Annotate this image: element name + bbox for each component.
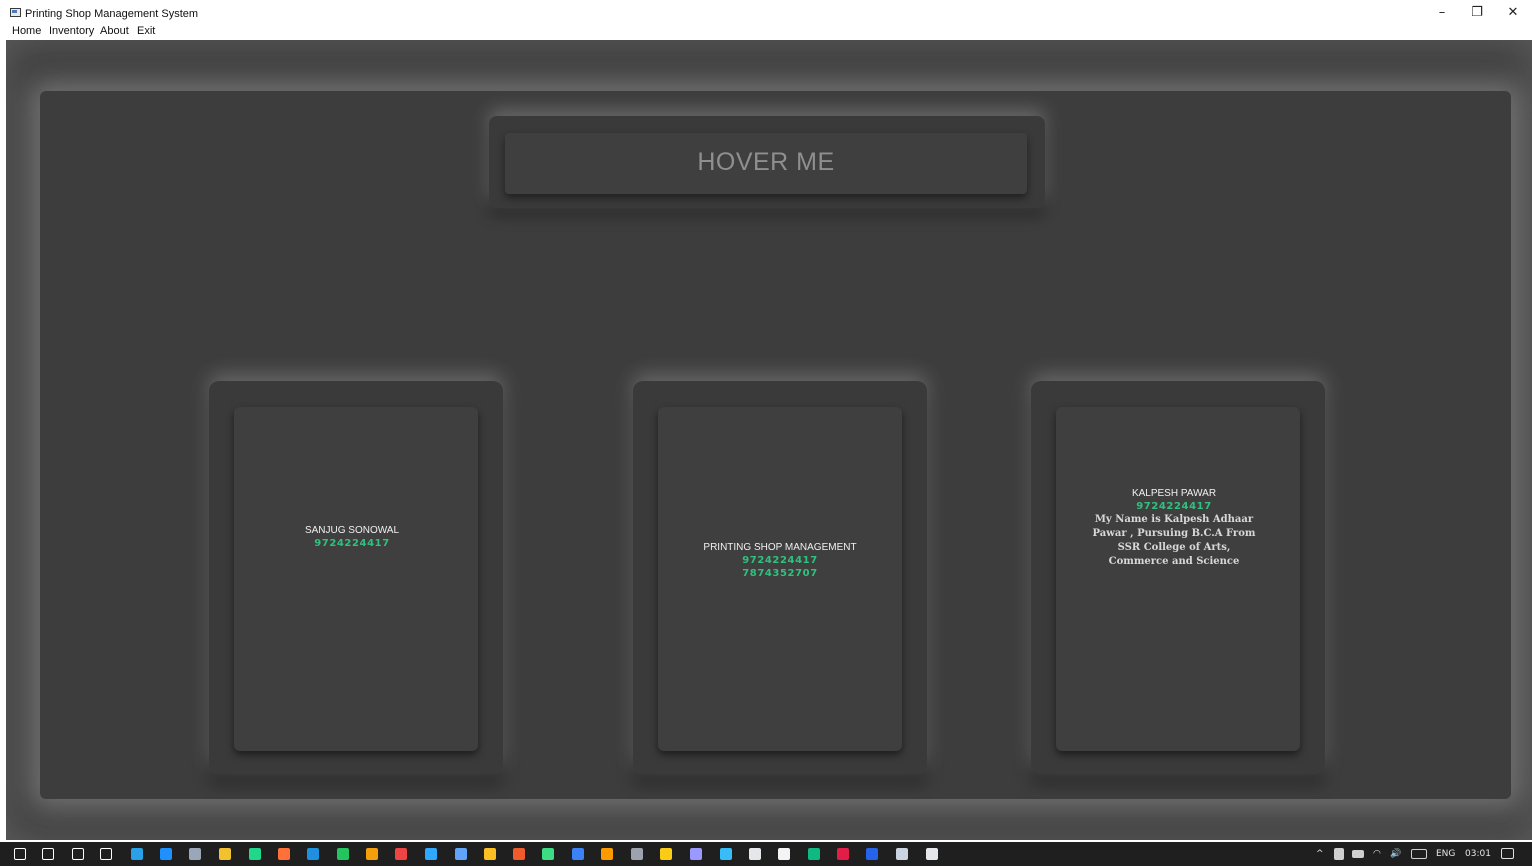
android-studio-icon[interactable] <box>542 848 554 860</box>
menu-item-exit[interactable]: Exit <box>137 25 155 37</box>
contact-phone: 9724224417 <box>1136 501 1212 512</box>
app-icon-blue[interactable] <box>455 848 467 860</box>
app-icon-blue3[interactable] <box>866 848 878 860</box>
photoshop-icon[interactable] <box>425 848 437 860</box>
edge-icon[interactable] <box>131 848 143 860</box>
cortana-icon[interactable] <box>72 848 84 860</box>
menu-item-inventory[interactable]: Inventory <box>49 25 94 37</box>
contact-phone: 9724224417 <box>742 555 818 566</box>
taskbar: ^ ◠ 🔊 ENG 03:01 <box>0 842 1532 866</box>
app-icon-cyan[interactable] <box>720 848 732 860</box>
settings-icon[interactable] <box>926 848 938 860</box>
app-icon-orange[interactable] <box>366 848 378 860</box>
search-icon[interactable] <box>42 848 54 860</box>
task-view-icon[interactable] <box>100 848 112 860</box>
file-explorer-icon[interactable] <box>219 848 231 860</box>
menu-item-home[interactable]: Home <box>12 25 41 37</box>
pycharm-icon[interactable] <box>249 848 261 860</box>
notes-icon[interactable] <box>896 848 908 860</box>
title-bar: Printing Shop Management System – ❐ ✕ <box>0 0 1532 22</box>
window-title: Printing Shop Management System <box>25 8 199 20</box>
menu-bar: Home Inventory About Exit <box>0 24 1532 39</box>
contact-card[interactable] <box>234 407 478 751</box>
app-icon-grey[interactable] <box>631 848 643 860</box>
contact-card-text: PRINTING SHOP MANAGEMENT 9724224417 7874… <box>658 541 902 580</box>
vscode-icon[interactable] <box>307 848 319 860</box>
contact-card-text: KALPESH PAWAR 9724224417 My Name is Kalp… <box>1052 487 1296 569</box>
restore-button[interactable]: ❐ <box>1463 4 1491 22</box>
keyboard-icon[interactable] <box>1411 849 1427 859</box>
app-icon-red[interactable] <box>395 848 407 860</box>
notepad-icon[interactable] <box>749 848 761 860</box>
contact-bio: My Name is Kalpesh Adhaar Pawar , Pursui… <box>1092 514 1256 567</box>
contact-name: PRINTING SHOP MANAGEMENT <box>703 542 857 553</box>
contact-phone: 9724224417 <box>314 538 390 549</box>
battery-icon[interactable] <box>1352 850 1364 858</box>
app-icon-blue2[interactable] <box>572 848 584 860</box>
contact-name: SANJUG SONOWAL <box>304 525 400 536</box>
language-indicator[interactable]: ENG <box>1436 849 1455 859</box>
illustrator-icon[interactable] <box>601 848 613 860</box>
wifi-icon[interactable]: ◠ <box>1373 849 1381 859</box>
firefox-icon[interactable] <box>278 848 290 860</box>
menu-item-about[interactable]: About <box>100 25 129 37</box>
app-icon-multi[interactable] <box>660 848 672 860</box>
minimize-button[interactable]: – <box>1428 4 1456 22</box>
acrobat-icon[interactable] <box>837 848 849 860</box>
contact-name: KALPESH PAWAR <box>1131 488 1217 499</box>
hover-me-label: HOVER ME <box>697 148 835 176</box>
app-icon-white[interactable] <box>778 848 790 860</box>
clion-icon[interactable] <box>337 848 349 860</box>
contact-card[interactable] <box>1056 407 1300 751</box>
powerpoint-icon[interactable] <box>513 848 525 860</box>
windows-start-icon[interactable] <box>14 848 26 860</box>
mail-icon[interactable] <box>160 848 172 860</box>
taskbar-clock[interactable]: 03:01 <box>1465 849 1491 859</box>
volume-icon[interactable]: 🔊 <box>1390 849 1401 859</box>
app-window-icon <box>10 8 21 17</box>
contact-card-text: SANJUG SONOWAL 9724224417 <box>230 524 474 550</box>
snipping-tool-icon[interactable] <box>189 848 201 860</box>
notification-icon[interactable] <box>1501 848 1514 859</box>
app-icon-gradient[interactable] <box>808 848 820 860</box>
tray-chevron-icon[interactable]: ^ <box>1316 849 1324 859</box>
chrome-icon[interactable] <box>484 848 496 860</box>
after-effects-icon[interactable] <box>690 848 702 860</box>
close-button[interactable]: ✕ <box>1499 4 1527 22</box>
contact-phone-secondary: 7874352707 <box>742 568 818 579</box>
tray-app-icon[interactable] <box>1334 848 1344 860</box>
